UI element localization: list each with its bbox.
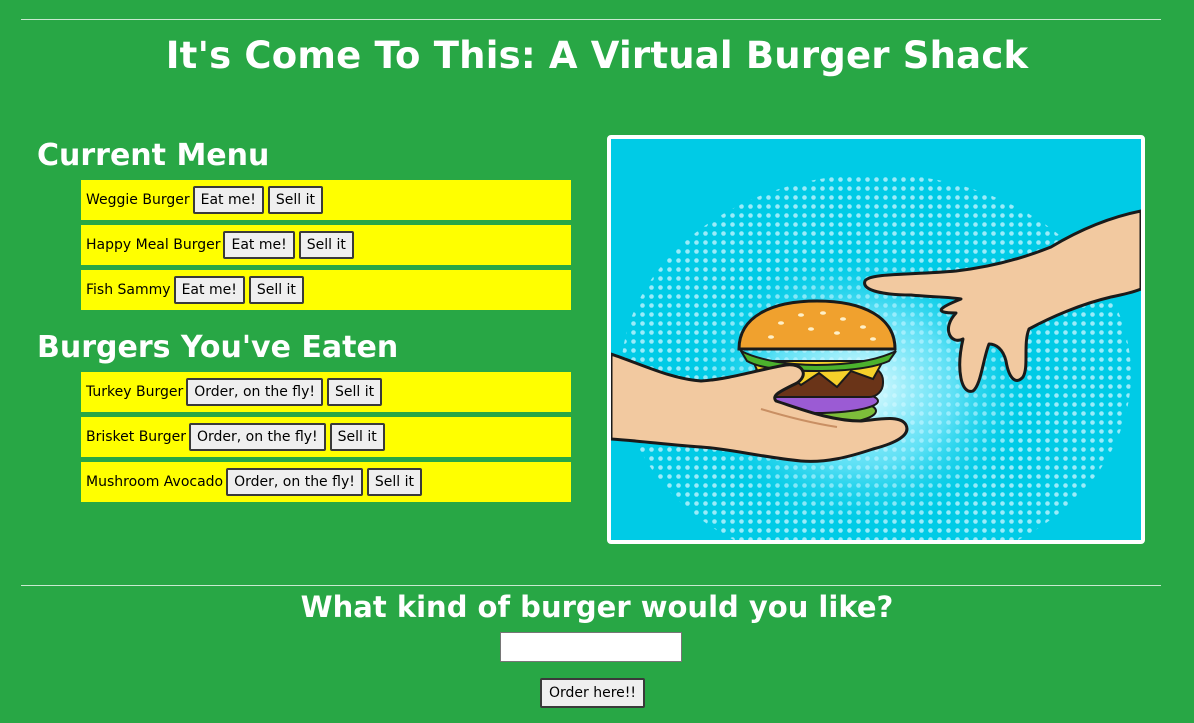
menu-item: Weggie Burger Eat me! Sell it <box>81 180 571 220</box>
eat-button[interactable]: Eat me! <box>192 186 264 214</box>
eaten-item-name: Mushroom Avocado <box>86 474 224 490</box>
menu-item-name: Happy Meal Burger <box>86 237 221 253</box>
sell-button[interactable]: Sell it <box>298 231 354 259</box>
menu-item: Fish Sammy Eat me! Sell it <box>81 270 571 310</box>
sell-button[interactable]: Sell it <box>248 276 304 304</box>
bottom-divider <box>21 585 1161 586</box>
page-title: It's Come To This: A Virtual Burger Shac… <box>165 34 1029 77</box>
eaten-item: Mushroom Avocado Order, on the fly! Sell… <box>81 462 571 502</box>
current-menu-heading: Current Menu <box>37 138 270 173</box>
order-heading: What kind of burger would you like? <box>300 590 894 624</box>
burger-name-input[interactable] <box>500 632 682 662</box>
burger-hands-graphic <box>611 139 1141 540</box>
sell-button[interactable]: Sell it <box>326 378 383 406</box>
burger-illustration <box>607 135 1145 544</box>
current-menu-list: Weggie Burger Eat me! Sell it Happy Meal… <box>81 180 571 315</box>
eaten-item: Brisket Burger Order, on the fly! Sell i… <box>81 417 571 457</box>
eaten-list: Turkey Burger Order, on the fly! Sell it… <box>81 372 571 507</box>
eaten-item: Turkey Burger Order, on the fly! Sell it <box>81 372 571 412</box>
eat-button[interactable]: Eat me! <box>173 276 245 304</box>
page: It's Come To This: A Virtual Burger Shac… <box>0 0 1194 723</box>
sell-button[interactable]: Sell it <box>366 468 422 496</box>
eaten-item-name: Turkey Burger <box>86 384 184 400</box>
order-here-button[interactable]: Order here!! <box>540 678 646 708</box>
order-on-the-fly-button[interactable]: Order, on the fly! <box>226 468 363 496</box>
eaten-item-name: Brisket Burger <box>86 429 186 445</box>
eat-button[interactable]: Eat me! <box>223 231 295 259</box>
order-on-the-fly-button[interactable]: Order, on the fly! <box>186 378 323 406</box>
menu-item-name: Fish Sammy <box>86 282 171 298</box>
menu-item: Happy Meal Burger Eat me! Sell it <box>81 225 571 265</box>
sell-button[interactable]: Sell it <box>329 423 385 451</box>
order-on-the-fly-button[interactable]: Order, on the fly! <box>188 423 326 451</box>
sell-button[interactable]: Sell it <box>267 186 323 214</box>
eaten-heading: Burgers You've Eaten <box>37 330 399 365</box>
top-divider <box>21 19 1161 20</box>
menu-item-name: Weggie Burger <box>86 192 190 208</box>
